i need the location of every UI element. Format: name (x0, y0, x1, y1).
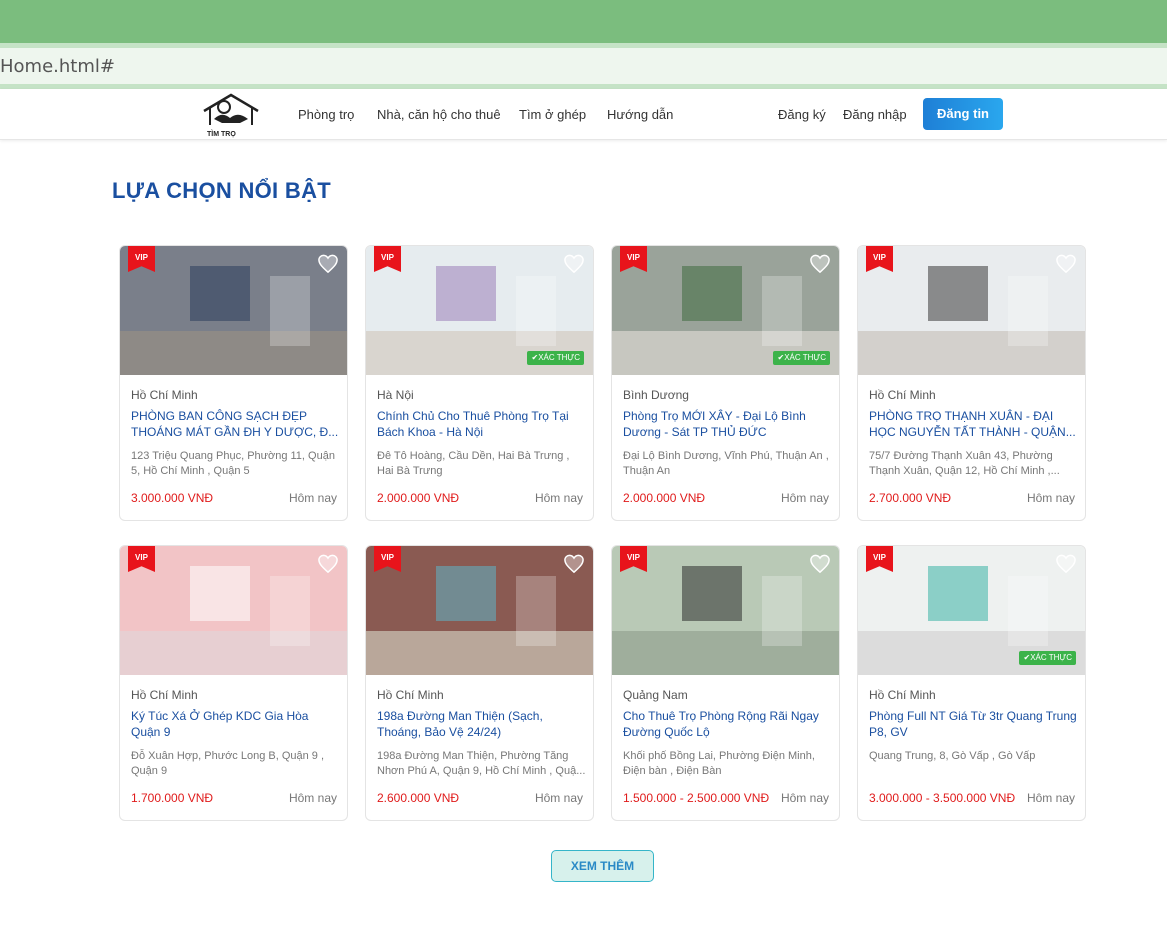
section-title: LỰA CHỌN NỔI BẬT (112, 178, 331, 203)
listing-card[interactable]: VIP Hồ Chí Minh Ký Túc Xá Ở Ghép KDC Gia… (119, 545, 348, 821)
listing-time: Hôm nay (780, 791, 829, 805)
listing-title[interactable]: Ký Túc Xá Ở Ghép KDC Gia Hòa Quận 9 (131, 708, 341, 740)
heart-icon[interactable] (809, 254, 831, 274)
site-logo[interactable]: TÌM TRỌ (200, 91, 262, 139)
listing-time: Hôm nay (288, 491, 337, 505)
listing-price: 2.600.000 VNĐ (377, 791, 460, 805)
listing-card[interactable]: VIP ✔XÁC THỰC Hà Nội Chính Chủ Cho Thuê … (365, 245, 594, 521)
listing-time: Hôm nay (288, 791, 337, 805)
listing-card[interactable]: VIP Quảng Nam Cho Thuê Trọ Phòng Rộng Rã… (611, 545, 840, 821)
listing-city: Hà Nội (377, 388, 414, 402)
listing-title[interactable]: 198a Đường Man Thiện (Sạch, Thoáng, Bảo … (377, 708, 587, 740)
listing-card[interactable]: VIP ✔XÁC THỰC Hồ Chí Minh Phòng Full NT … (857, 545, 1086, 821)
logo-text: TÌM TRỌ (207, 129, 236, 138)
browser-top-bar (0, 0, 1167, 43)
listing-price: 2.000.000 VNĐ (623, 491, 706, 505)
listing-address: Quang Trung, 8, Gò Vấp , Gò Vấp (869, 750, 1036, 762)
see-more-button[interactable]: XEM THÊM (551, 850, 654, 882)
heart-icon[interactable] (1055, 554, 1077, 574)
listing-title[interactable]: PHÒNG BAN CÔNG SẠCH ĐẸP THOÁNG MÁT GẦN Đ… (131, 408, 341, 440)
listing-address: Khối phố Bồng Lai, Phường Điện Minh, Điệ… (623, 750, 815, 777)
listing-title[interactable]: Phòng Full NT Giá Từ 3tr Quang Trung P8,… (869, 708, 1079, 740)
address-url[interactable]: Home.html# (0, 56, 115, 77)
nav-roommates[interactable]: Tìm ở ghép (519, 107, 586, 122)
listing-price: 3.000.000 VNĐ (131, 491, 214, 505)
listing-title[interactable]: Chính Chủ Cho Thuê Phòng Trọ Tại Bách Kh… (377, 408, 587, 440)
site-navbar: TÌM TRỌ Phòng trọ Nhà, căn hộ cho thuê T… (0, 89, 1167, 140)
listing-card[interactable]: VIP ✔XÁC THỰC Bình Dương Phòng Trọ MỚI X… (611, 245, 840, 521)
listing-price: 3.000.000 - 3.500.000 VNĐ (869, 791, 1016, 805)
listing-city: Hồ Chí Minh (869, 388, 936, 402)
listing-address: Đỗ Xuân Hợp, Phước Long B, Quận 9 , Quận… (131, 750, 325, 777)
heart-icon[interactable] (1055, 254, 1077, 274)
listing-time: Hôm nay (534, 491, 583, 505)
listing-city: Hồ Chí Minh (869, 688, 936, 702)
heart-icon[interactable] (563, 554, 585, 574)
listing-city: Quảng Nam (623, 688, 688, 702)
login-link[interactable]: Đăng nhập (843, 107, 907, 122)
listing-time: Hôm nay (534, 791, 583, 805)
verified-badge: ✔XÁC THỰC (773, 351, 830, 365)
listing-city: Bình Dương (623, 388, 689, 402)
listing-city: Hồ Chí Minh (377, 688, 444, 702)
listing-time: Hôm nay (1026, 791, 1075, 805)
house-logo-icon: TÌM TRỌ (203, 93, 259, 138)
listing-title[interactable]: Phòng Trọ MỚI XÂY - Đại Lộ Bình Dương - … (623, 408, 833, 440)
listing-address: Đê Tô Hoàng, Cầu Dền, Hai Bà Trưng , Hai… (377, 450, 570, 477)
listing-address: 75/7 Đường Thạnh Xuân 43, Phường Thạnh X… (869, 450, 1060, 477)
heart-icon[interactable] (809, 554, 831, 574)
post-listing-button[interactable]: Đăng tin (923, 98, 1003, 130)
listing-time: Hôm nay (1026, 491, 1075, 505)
listing-address: 198a Đường Man Thiện, Phường Tăng Nhơn P… (377, 750, 586, 777)
nav-rooms[interactable]: Phòng trọ (298, 107, 354, 122)
heart-icon[interactable] (317, 254, 339, 274)
register-link[interactable]: Đăng ký (778, 107, 826, 122)
listing-price: 2.000.000 VNĐ (377, 491, 460, 505)
listing-card[interactable]: VIP Hồ Chí Minh 198a Đường Man Thiện (Sạ… (365, 545, 594, 821)
nav-guide[interactable]: Hướng dẫn (607, 107, 673, 122)
listing-title[interactable]: PHÒNG TRỌ THẠNH XUÂN - ĐẠI HỌC NGUYỄN TẤ… (869, 408, 1079, 440)
listing-address: Đại Lộ Bình Dương, Vĩnh Phú, Thuận An , … (623, 450, 829, 477)
listing-city: Hồ Chí Minh (131, 388, 198, 402)
address-bar[interactable] (0, 48, 1167, 84)
listing-card[interactable]: VIP Hồ Chí Minh PHÒNG TRỌ THẠNH XUÂN - Đ… (857, 245, 1086, 521)
listing-price: 1.700.000 VNĐ (131, 791, 214, 805)
listing-title[interactable]: Cho Thuê Trọ Phòng Rộng Rãi Ngay Đường Q… (623, 708, 833, 740)
listing-address: 123 Triệu Quang Phục, Phường 11, Quận 5,… (131, 450, 335, 477)
listing-city: Hồ Chí Minh (131, 688, 198, 702)
nav-apartments[interactable]: Nhà, căn hộ cho thuê (377, 107, 501, 122)
heart-icon[interactable] (563, 254, 585, 274)
listing-price: 2.700.000 VNĐ (869, 491, 952, 505)
verified-badge: ✔XÁC THỰC (1019, 651, 1076, 665)
listing-time: Hôm nay (780, 491, 829, 505)
heart-icon[interactable] (317, 554, 339, 574)
listing-card[interactable]: VIP Hồ Chí Minh PHÒNG BAN CÔNG SẠCH ĐẸP … (119, 245, 348, 521)
listing-price: 1.500.000 - 2.500.000 VNĐ (623, 791, 770, 805)
verified-badge: ✔XÁC THỰC (527, 351, 584, 365)
